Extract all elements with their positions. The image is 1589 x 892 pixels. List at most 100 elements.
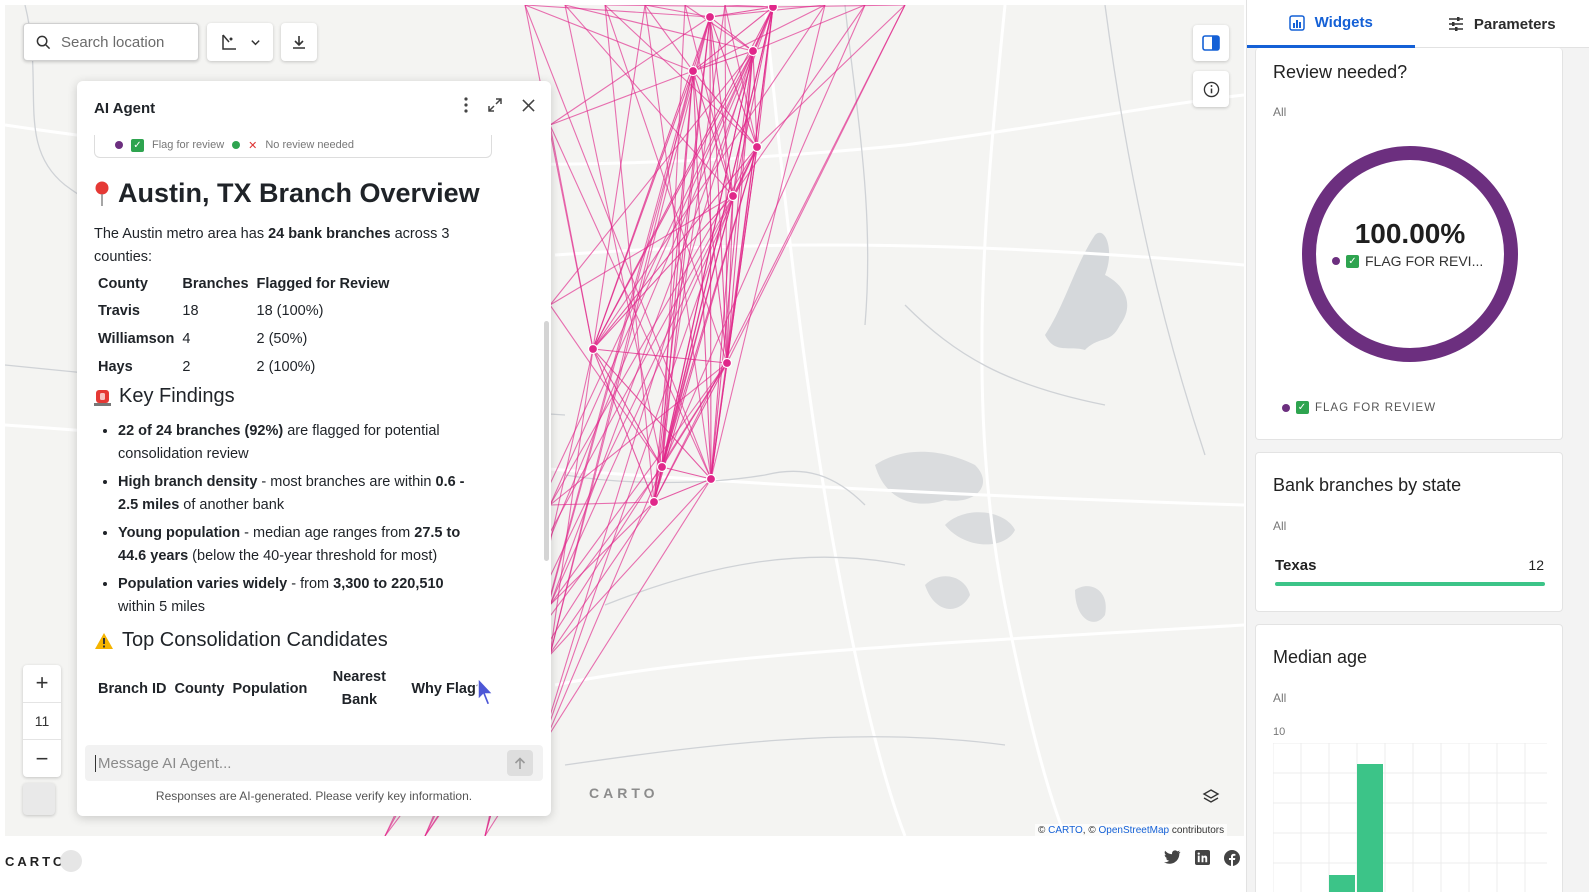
zoom-level: 11: [23, 703, 61, 741]
key-findings-heading: Key Findings: [94, 385, 534, 408]
tab-parameters[interactable]: Parameters: [1415, 0, 1589, 48]
lake-4: [925, 576, 970, 609]
facebook-icon[interactable]: [1224, 850, 1240, 866]
connection-line: [710, 50, 754, 480]
layers-icon: [1202, 789, 1220, 803]
connection-line: [549, 124, 594, 350]
branch-point[interactable]: [656, 461, 668, 473]
checkbox-icon: ✓: [1346, 254, 1359, 268]
histogram-bar[interactable]: [1357, 764, 1383, 892]
chevron-down-icon[interactable]: [250, 37, 261, 48]
list-item: Young population - median age ranges fro…: [118, 522, 478, 568]
lake-2: [875, 451, 984, 504]
branch-point[interactable]: [648, 496, 660, 508]
prev-legend-no-review: No review needed: [265, 139, 355, 151]
linkedin-icon[interactable]: [1195, 850, 1210, 865]
connection-line: [549, 70, 694, 126]
info-button[interactable]: [1193, 71, 1229, 107]
toggle-panel-button[interactable]: [1193, 25, 1229, 61]
connection-line: [772, 5, 906, 8]
widget-filter: All: [1273, 691, 1287, 705]
carto-watermark: CARTO: [589, 785, 659, 801]
search-icon: [36, 35, 51, 49]
legend-dot: [232, 141, 241, 149]
col-header: Branches: [182, 276, 249, 292]
branch-point[interactable]: [767, 5, 779, 13]
branch-point[interactable]: [727, 190, 739, 202]
osm-link[interactable]: OpenStreetMap: [1099, 825, 1170, 836]
table-row: Travis 18 18 (100%): [98, 303, 324, 319]
more-options-icon[interactable]: [464, 97, 468, 113]
branch-point[interactable]: [751, 141, 763, 153]
pin-icon: [95, 181, 109, 206]
candidates-table: Branch ID County Population Nearest Bank…: [94, 666, 489, 712]
donut-center-label: ✓ FLAG FOR REVI...: [1332, 253, 1483, 269]
carto-link[interactable]: CARTO: [1048, 825, 1083, 836]
connection-line: [549, 16, 711, 126]
branch-point[interactable]: [704, 11, 716, 23]
connection-line: [524, 5, 711, 18]
footer-bar: CARTO: [0, 840, 1244, 880]
info-icon: [1203, 81, 1219, 97]
warning-icon: [95, 632, 113, 649]
lasso-select-icon: [221, 34, 236, 50]
connection-line: [549, 16, 711, 656]
branch-point[interactable]: [705, 473, 717, 485]
sliders-icon: [1448, 17, 1463, 31]
connection-line: [549, 6, 774, 506]
right-panel: Widgets Parameters Review needed? All 10…: [1246, 0, 1589, 892]
connection-line: [549, 501, 655, 606]
twitter-icon[interactable]: [1164, 850, 1181, 865]
lake-3: [945, 512, 1015, 545]
prev-legend-flag: Flag for review: [152, 139, 225, 151]
connection-line: [524, 5, 694, 72]
basemap-thumbnail[interactable]: [23, 783, 55, 815]
branch-point[interactable]: [687, 65, 699, 77]
table-header-row: Branch ID County Population Nearest Bank…: [94, 666, 489, 712]
connection-line: [710, 5, 826, 480]
ai-agent-messages[interactable]: ✓ Flag for review ✕ No review needed Aus…: [77, 135, 551, 735]
expand-icon[interactable]: [488, 98, 502, 112]
panel-icon: [1202, 35, 1220, 51]
search-location-box[interactable]: Search location: [23, 23, 199, 61]
legend-dot: [1332, 257, 1340, 265]
branch-point[interactable]: [747, 45, 759, 57]
donut-center-value: 100.00%: [1354, 218, 1466, 249]
lake-5: [1075, 586, 1106, 622]
connection-line: [756, 5, 906, 148]
branch-point[interactable]: [721, 357, 733, 369]
branch-point[interactable]: [587, 343, 599, 355]
message-input-box: [85, 745, 543, 781]
histogram-bar[interactable]: [1329, 875, 1355, 892]
zoom-out-button[interactable]: −: [23, 740, 61, 777]
close-icon[interactable]: [522, 98, 535, 112]
ai-disclaimer: Responses are AI-generated. Please verif…: [155, 789, 473, 803]
previous-widget-card: ✓ Flag for review ✕ No review needed: [94, 135, 492, 158]
category-bar[interactable]: [1275, 582, 1545, 586]
connection-line: [592, 348, 655, 503]
zoom-control: + 11 −: [23, 665, 61, 777]
chart-icon: [1288, 14, 1305, 31]
download-button[interactable]: [281, 23, 317, 61]
connection-line: [534, 466, 663, 766]
table-row: Hays 2 2 (100%): [98, 359, 316, 375]
send-button[interactable]: [507, 750, 533, 776]
branches-by-state-widget: Bank branches by state All Texas 12: [1255, 452, 1563, 612]
list-item: Population varies widely - from 3,300 to…: [118, 573, 478, 619]
col-header: Flagged for Review: [256, 276, 390, 292]
donut-legend-item[interactable]: ✓ FLAG FOR REVIEW: [1282, 401, 1436, 414]
col-header: Population: [232, 680, 308, 697]
layers-button[interactable]: [1193, 779, 1229, 815]
list-item: 22 of 24 branches (92%) are flagged for …: [118, 420, 478, 466]
zoom-in-button[interactable]: +: [23, 665, 61, 703]
draw-tool-button[interactable]: [207, 23, 273, 61]
widget-title: Bank branches by state: [1273, 475, 1462, 495]
message-input[interactable]: [95, 754, 507, 772]
table-header-row: County Branches Flagged for Review: [94, 271, 393, 297]
category-label: Texas: [1275, 557, 1317, 574]
overview-heading: Austin, TX Branch Overview: [94, 178, 534, 209]
map-attribution: © CARTO, © OpenStreetMap contributors: [1035, 824, 1228, 836]
checkbox-icon: ✓: [131, 138, 144, 152]
scrollbar[interactable]: [544, 321, 549, 561]
tab-widgets[interactable]: Widgets: [1247, 0, 1415, 48]
